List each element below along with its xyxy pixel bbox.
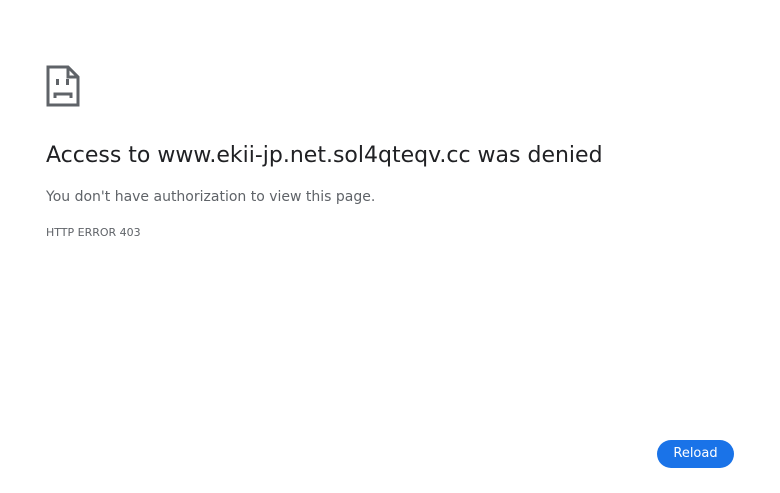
error-page: Access to www.ekii-jp.net.sol4qteqv.cc w… [0,0,780,493]
page-title: Access to www.ekii-jp.net.sol4qteqv.cc w… [46,143,603,168]
sad-page-icon [46,65,80,107]
error-message: You don't have authorization to view thi… [46,189,376,205]
error-code: HTTP ERROR 403 [46,226,141,239]
reload-button[interactable]: Reload [657,440,734,468]
